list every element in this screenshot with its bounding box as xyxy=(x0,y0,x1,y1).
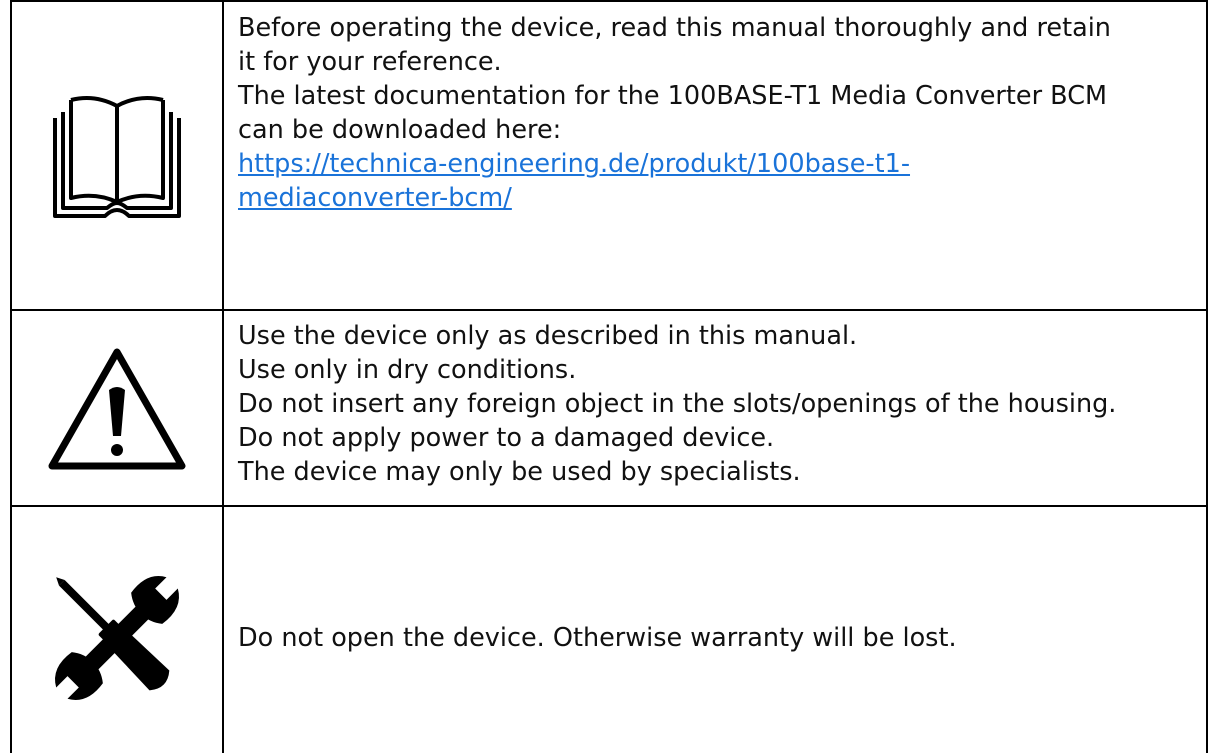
documentation-link[interactable]: https://technica-engineering.de/produkt/… xyxy=(238,147,1202,181)
icon-cell xyxy=(10,0,224,311)
table-row: Use the device only as described in this… xyxy=(10,309,1208,507)
warning-line: Use the device only as described in this… xyxy=(238,321,858,351)
warning-line: Do not apply power to a damaged device. xyxy=(238,423,775,453)
table-row: Before operating the device, read this m… xyxy=(10,0,1208,311)
warranty-line: Do not open the device. Otherwise warran… xyxy=(238,623,957,653)
safety-instructions-table: Before operating the device, read this m… xyxy=(10,0,1208,753)
book-icon xyxy=(12,86,222,226)
warning-triangle-icon xyxy=(12,344,222,472)
notice-line: Before operating the device, read this m… xyxy=(238,13,1111,43)
notice-line: The latest documentation for the 100BASE… xyxy=(238,81,1108,111)
icon-cell xyxy=(10,505,224,753)
usage-warnings: Use the device only as described in this… xyxy=(222,309,1208,507)
notice-line: it for your reference. xyxy=(238,47,502,77)
safety-notice-page: Before operating the device, read this m… xyxy=(0,0,1214,753)
table-row: Do not open the device. Otherwise warran… xyxy=(10,505,1208,753)
tools-icon xyxy=(12,563,222,713)
documentation-notice: Before operating the device, read this m… xyxy=(222,0,1208,311)
warranty-notice: Do not open the device. Otherwise warran… xyxy=(222,505,1208,753)
warning-line: Do not insert any foreign object in the … xyxy=(238,389,1117,419)
icon-cell xyxy=(10,309,224,507)
documentation-link-continued[interactable]: mediaconverter-bcm/ xyxy=(238,181,1202,215)
warning-line: Use only in dry conditions. xyxy=(238,355,577,385)
warning-line: The device may only be used by specialis… xyxy=(238,457,801,487)
notice-line: can be downloaded here: xyxy=(238,115,562,145)
